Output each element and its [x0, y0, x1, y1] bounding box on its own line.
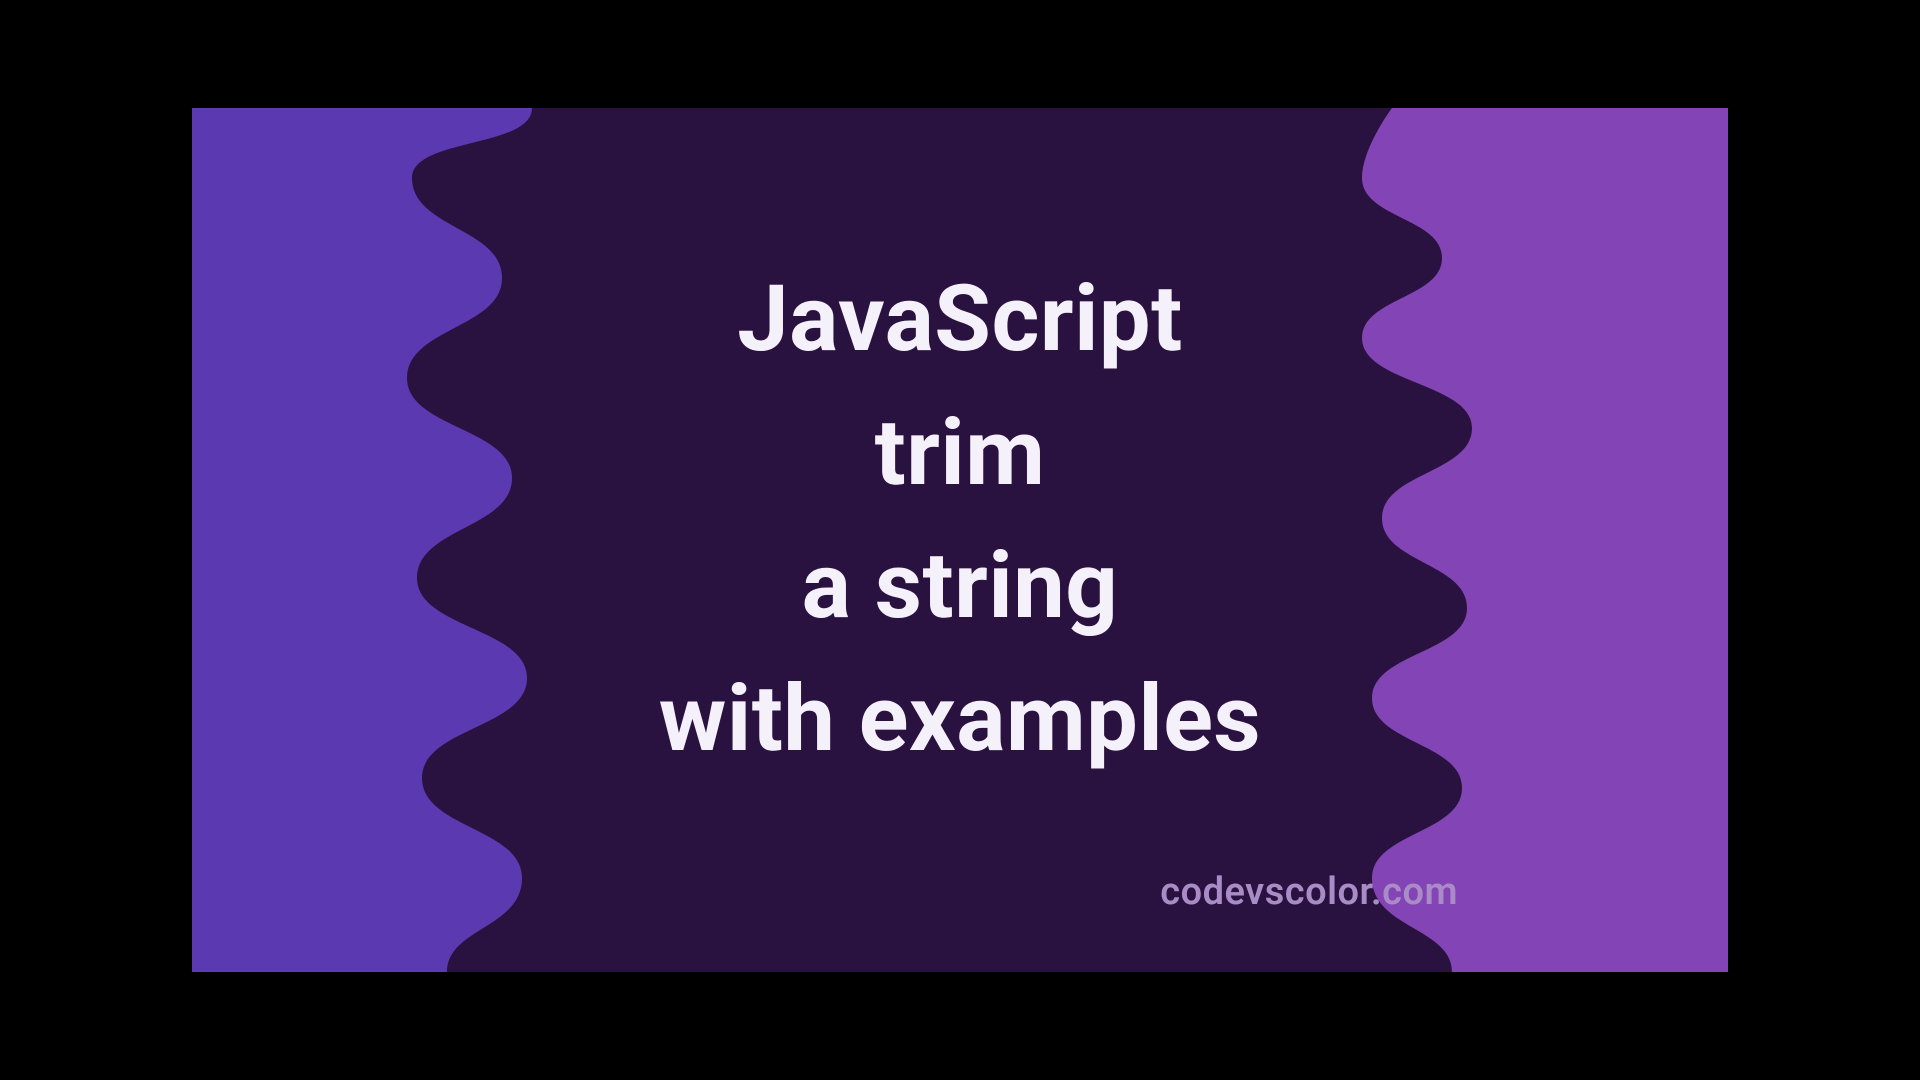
hero-card: JavaScript trim a string with examples c…: [192, 108, 1728, 972]
watermark-text: codevscolor.com: [1160, 870, 1458, 914]
title-line-1: JavaScript: [737, 253, 1183, 386]
title-block: JavaScript trim a string with examples: [192, 108, 1728, 972]
title-line-2: trim: [875, 387, 1046, 520]
title-line-3: a string: [802, 520, 1119, 653]
title-line-4: with examples: [659, 653, 1261, 786]
